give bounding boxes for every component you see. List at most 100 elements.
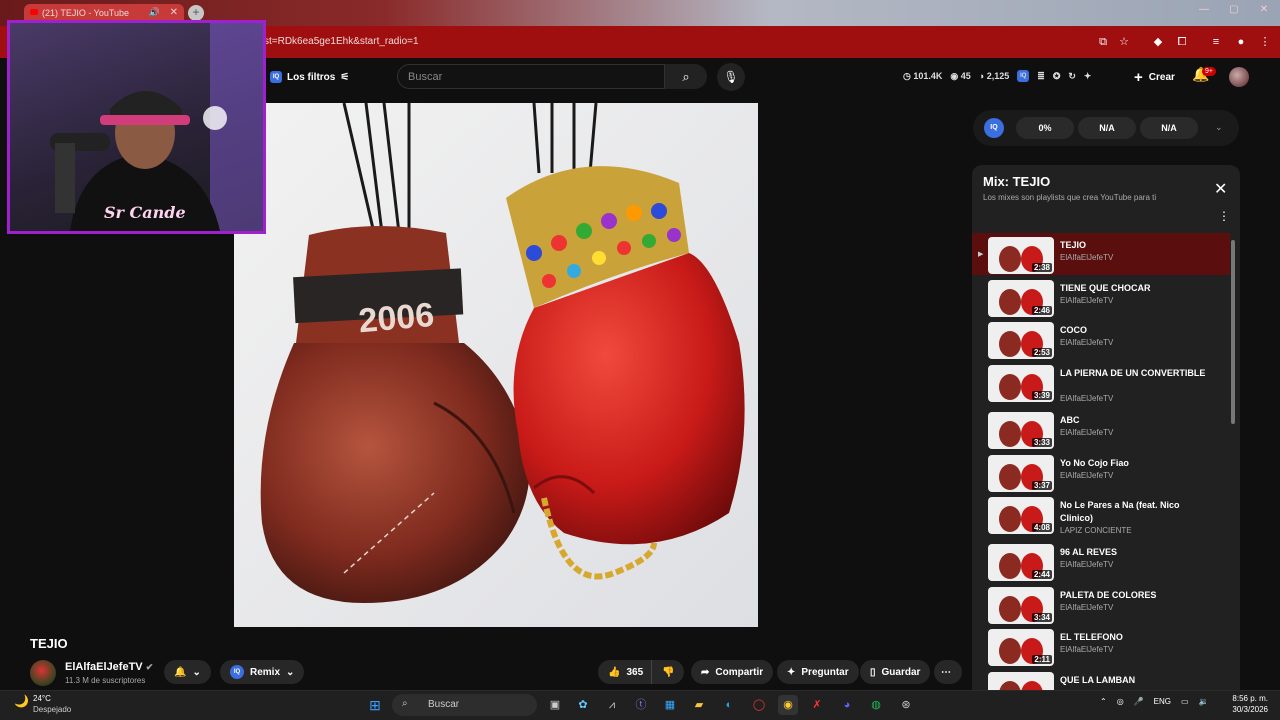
playlist-item[interactable]: 2:44 96 AL REVES ElAlfaElJefeTV	[972, 540, 1230, 582]
browser-menu-icon[interactable]: ⋮	[1257, 34, 1273, 50]
video-thumbnail: 4:08	[988, 497, 1054, 534]
store-icon[interactable]: ▦	[660, 695, 680, 715]
mic-icon[interactable]: 🎤	[1134, 697, 1144, 706]
playlist-item-title: EL TELEFONO	[1060, 632, 1123, 642]
iq-icon[interactable]: IQ	[1017, 70, 1030, 82]
extension-icon[interactable]: ◆	[1150, 34, 1166, 50]
iq-percent-pill[interactable]: 0%	[1016, 117, 1074, 139]
taskbar-search[interactable]: ⌕ Buscar	[392, 694, 537, 716]
close-playlist-icon[interactable]: ✕	[1214, 179, 1227, 199]
discord-icon[interactable]: ◕	[837, 695, 857, 715]
playlist-item-channel: ElAlfaElJefeTV	[1060, 603, 1114, 612]
refresh-icon[interactable]: ↻	[1068, 71, 1076, 82]
duration-badge: 2:44	[1031, 570, 1052, 579]
award-icon[interactable]: ✪	[1053, 71, 1061, 82]
lines-icon[interactable]: ≣	[1037, 71, 1045, 82]
playlist-item-channel: ElAlfaElJefeTV	[1060, 471, 1114, 480]
install-app-icon[interactable]: ⧉	[1095, 34, 1111, 50]
chevron-down-icon: ⌄	[286, 666, 295, 678]
bookmark-star-icon[interactable]: ☆	[1116, 34, 1132, 50]
youtube-icon	[30, 9, 38, 15]
iq-na-pill-2[interactable]: N/A	[1140, 117, 1198, 139]
streamer-webcam: Sr Cande	[7, 20, 266, 234]
notification-count-badge: 9+	[1202, 67, 1216, 76]
video-thumbnail: 3:34	[988, 587, 1054, 624]
new-tab-button[interactable]: +	[188, 5, 204, 21]
channel-avatar[interactable]	[30, 660, 56, 686]
playlist-item[interactable]: ▶ 2:38 TEJIO ElAlfaElJefeTV	[972, 233, 1230, 275]
playlist-item[interactable]: 2:53 COCO ElAlfaElJefeTV	[972, 318, 1230, 360]
close-window-button[interactable]: ✕	[1254, 4, 1274, 20]
playlist-item-title: TIENE QUE CHOCAR	[1060, 283, 1151, 293]
playlist-item[interactable]: 3:37 Yo No Cojo Fiao ElAlfaElJefeTV	[972, 451, 1230, 493]
video-thumbnail: 2:46	[988, 280, 1054, 317]
video-thumbnail: 2:11	[988, 629, 1054, 666]
sparkle-icon[interactable]: ✦	[1084, 71, 1092, 82]
share-button[interactable]: ➦ Compartir	[691, 660, 774, 684]
filters-button[interactable]: IQ Los filtros ⚟	[262, 66, 357, 88]
playlist-item[interactable]: 2:46 TIENE QUE CHOCAR ElAlfaElJefeTV	[972, 276, 1230, 318]
like-button[interactable]: 👍 365	[598, 660, 654, 684]
minimize-button[interactable]: —	[1194, 4, 1214, 20]
chevron-down-icon[interactable]: ⌄	[1215, 122, 1223, 133]
search-button[interactable]: ⌕	[665, 64, 707, 89]
clock-icon: ◷	[903, 70, 911, 81]
dislike-button[interactable]: 👎	[651, 660, 685, 684]
task-view-icon[interactable]: ▣	[545, 695, 565, 715]
media-control-icon[interactable]: ≡	[1208, 34, 1224, 50]
teams-icon[interactable]: ⓣ	[631, 695, 651, 715]
volume-icon[interactable]: 🔉	[1199, 697, 1209, 706]
chevron-up-icon[interactable]: ⌃	[1100, 697, 1107, 706]
create-button[interactable]: + Crear	[1124, 65, 1185, 89]
url-text[interactable]: st=RDk6ea5ge1Ehk&start_radio=1	[264, 36, 419, 47]
app-red-icon[interactable]: ✗	[807, 695, 827, 715]
duration-badge: 2:46	[1031, 306, 1052, 315]
subscriber-count: 11.3 M de suscriptores	[65, 676, 146, 685]
language-indicator[interactable]: ENG	[1154, 697, 1171, 706]
playlist-item[interactable]: 3:39 LA PIERNA DE UN CONVERTIBLE ElAlfaElJ…	[972, 361, 1230, 403]
playlist-item-channel: ElAlfaElJefeTV	[1060, 560, 1114, 569]
profile-icon[interactable]: ●	[1233, 34, 1249, 50]
more-actions-button[interactable]: ⋯	[934, 660, 962, 684]
speaker-icon[interactable]: 🔊	[149, 7, 160, 18]
ask-button[interactable]: ✦ Preguntar	[777, 660, 859, 684]
obs-icon[interactable]: ⊛	[896, 695, 916, 715]
playlist-item[interactable]: 3:33 ABC ElAlfaElJefeTV	[972, 408, 1230, 450]
more-options-icon[interactable]: ⋮	[1218, 209, 1230, 223]
file-explorer-icon[interactable]: ▰	[689, 695, 709, 715]
chrome-icon[interactable]: ◉	[778, 695, 798, 715]
maximize-button[interactable]: ▢	[1224, 4, 1244, 20]
weather-widget[interactable]: 🌙 24°C Despejado	[14, 693, 71, 715]
account-avatar[interactable]	[1229, 67, 1249, 87]
extensions-puzzle-icon[interactable]: ⧠	[1174, 34, 1190, 50]
system-clock[interactable]: 8:56 p. m. 30/3/2026	[1228, 693, 1268, 715]
duration-badge: 2:11	[1032, 655, 1052, 664]
iq-logo-icon[interactable]: IQ	[984, 118, 1004, 138]
app-icon[interactable]: ⩘	[602, 695, 622, 715]
windows-start-icon[interactable]: ⊞	[365, 695, 385, 715]
video-player[interactable]: 2006	[234, 103, 758, 627]
edge-icon[interactable]: ◐	[719, 695, 739, 715]
duration-badge: 2:38	[1031, 263, 1052, 272]
remix-button[interactable]: IQ Remix ⌄	[220, 660, 305, 684]
channel-name[interactable]: ElAlfaElJefeTV ✔	[65, 661, 153, 673]
playlist-item[interactable]: 4:08 No Le Pares a Na (feat. Nico Clinico…	[972, 493, 1230, 535]
playlist-item[interactable]: 2:11 EL TELEFONO ElAlfaElJefeTV	[972, 625, 1230, 667]
opera-icon[interactable]: ◯	[749, 695, 769, 715]
search-input[interactable]	[398, 65, 664, 88]
iq-icon: IQ	[230, 665, 244, 679]
display-icon[interactable]: ▭	[1181, 697, 1189, 706]
video-thumbnail: 2:44	[988, 544, 1054, 581]
playlist-item[interactable]: 3:34 PALETA DE COLORES ElAlfaElJefeTV	[972, 583, 1230, 625]
playlist-item-title: LA PIERNA DE UN CONVERTIBLE	[1060, 368, 1206, 378]
spotify-icon[interactable]: ◍	[866, 695, 886, 715]
save-button[interactable]: ▯ Guardar	[860, 660, 931, 684]
playlist-scrollbar[interactable]	[1231, 240, 1235, 424]
system-tray: ⌃ ◎ 🎤 ENG ▭ 🔉	[1100, 697, 1209, 706]
copilot-icon[interactable]: ✿	[573, 695, 593, 715]
network-icon[interactable]: ◎	[1117, 697, 1124, 706]
voice-search-button[interactable]: 🎙	[717, 63, 745, 91]
iq-na-pill-1[interactable]: N/A	[1078, 117, 1136, 139]
subscribed-bell-button[interactable]: 🔔 ⌄	[164, 660, 211, 684]
close-tab-icon[interactable]: ✕	[170, 7, 178, 18]
